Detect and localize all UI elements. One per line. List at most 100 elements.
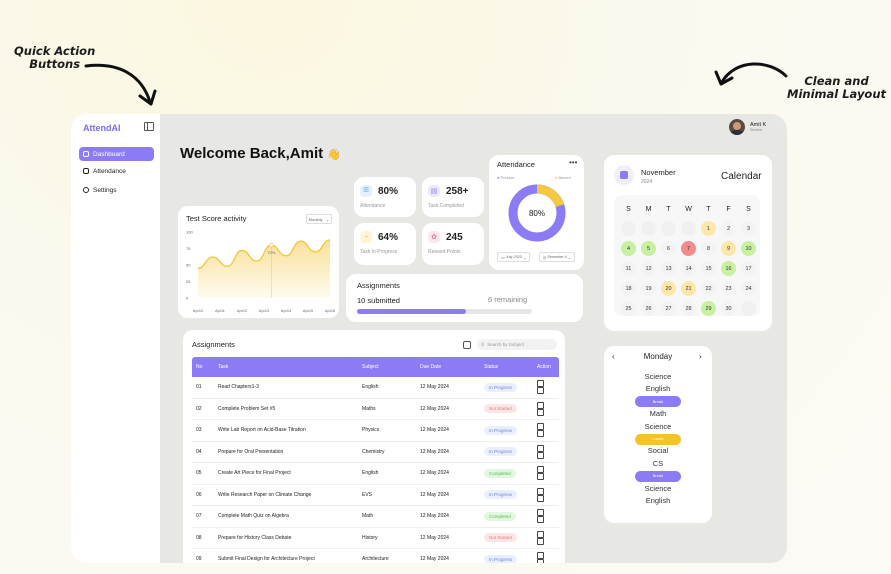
trash-icon[interactable]	[537, 451, 544, 459]
row-status: Completed	[480, 462, 533, 485]
calendar-title: Calendar	[721, 171, 762, 182]
edit-icon[interactable]	[537, 380, 544, 388]
calendar-day[interactable]: 15	[701, 261, 716, 276]
reward-icon: ✿	[428, 231, 440, 243]
brand-logo: AttendAI	[83, 123, 121, 133]
calendar-day[interactable]: 22	[701, 281, 716, 296]
trash-icon[interactable]	[537, 430, 544, 438]
row-task: Submit Final Design for Architecture Pro…	[214, 548, 358, 563]
edit-icon[interactable]	[537, 401, 544, 409]
task-icon: ▤	[428, 185, 440, 197]
sidebar-item-settings[interactable]: Settings	[79, 183, 154, 197]
sidebar-toggle-icon[interactable]	[144, 122, 154, 131]
month-filter[interactable]: ▭ July 2023 ⌄	[497, 252, 531, 262]
calendar-day[interactable]: 9	[721, 241, 736, 256]
schedule-subject: Science	[644, 372, 672, 381]
user-menu[interactable]: Amit K Student	[729, 119, 766, 135]
calendar-day[interactable]: 21	[681, 281, 696, 296]
schedule-break: Lunch	[604, 433, 712, 445]
stat-card-in-progress[interactable]: ◔ 64% Task In Progress	[354, 223, 416, 265]
trash-icon[interactable]	[537, 494, 544, 502]
trash-icon[interactable]	[537, 559, 544, 563]
stat-card-task-completed[interactable]: ▤ 258+ Task Completed	[422, 177, 484, 217]
edit-icon[interactable]	[537, 552, 544, 560]
calendar-day[interactable]: 17	[741, 261, 756, 276]
calendar-day[interactable]: 11	[621, 261, 636, 276]
calendar-day[interactable]: 24	[741, 281, 756, 296]
chart-tooltip: 72%	[267, 250, 275, 255]
calendar-day[interactable]: 20	[661, 281, 676, 296]
edit-icon[interactable]	[537, 444, 544, 452]
sidebar-item-attendance[interactable]: Attendance	[79, 164, 154, 178]
semester-filter[interactable]: ◎ Semester 4 ⌄	[539, 252, 576, 262]
calendar-day[interactable]: 5	[641, 241, 656, 256]
stat-label: Attendance	[360, 203, 386, 209]
calendar-day[interactable]: 26	[641, 301, 656, 316]
calendar-day[interactable]: 29	[701, 301, 716, 316]
edit-icon[interactable]	[537, 423, 544, 431]
row-due-date: 12 May 2024	[416, 548, 480, 563]
calendar-filter-icon[interactable]	[463, 341, 471, 349]
calendar-day[interactable]: 23	[721, 281, 736, 296]
trash-icon[interactable]	[537, 387, 544, 395]
row-subject: Chemistry	[358, 441, 416, 463]
calendar-day[interactable]: 28	[681, 301, 696, 316]
calendar-day[interactable]: 8	[701, 241, 716, 256]
search-input[interactable]: ⚲ Search by Subject	[477, 339, 557, 350]
trash-icon[interactable]	[537, 516, 544, 524]
weekday-row: SMTWTFS	[621, 206, 756, 213]
calendar-day[interactable]: 12	[641, 261, 656, 276]
trash-icon[interactable]	[537, 408, 544, 416]
calendar-day[interactable]: 25	[621, 301, 636, 316]
calendar-day[interactable]: 2	[721, 221, 736, 236]
more-icon[interactable]: •••	[569, 158, 577, 167]
break-pill: Break	[635, 396, 681, 408]
calendar-day	[621, 221, 636, 236]
schedule-subject: English	[645, 384, 671, 394]
chevron-down-icon: ⌄	[325, 216, 330, 222]
schedule-card: ‹ Monday › Science English Break Math Scienc…	[604, 346, 712, 523]
status-badge: In Progress	[484, 425, 518, 435]
calendar-day	[641, 221, 656, 236]
calendar-day[interactable]: 10	[741, 241, 756, 256]
legend-absent: ● Absent	[555, 175, 571, 180]
calendar-day[interactable]: 16	[721, 261, 736, 276]
calendar-day[interactable]: 13	[661, 261, 676, 276]
trash-icon[interactable]	[537, 473, 544, 481]
stat-card-reward-points[interactable]: ✿ 245 Reward Points	[422, 223, 484, 265]
calendar-day[interactable]: 3	[741, 221, 756, 236]
range-select[interactable]: Monthly ⌄	[306, 214, 332, 224]
calendar-day[interactable]: 7	[681, 241, 696, 256]
table-row: 04 Prepare for Oral Presentation Chemistry…	[192, 441, 559, 463]
calendar-day[interactable]: 4	[621, 241, 636, 256]
calendar-day[interactable]: 27	[661, 301, 676, 316]
calendar-day[interactable]: 19	[641, 281, 656, 296]
y-tick-label: 25	[186, 279, 191, 284]
sidebar-item-dashboard[interactable]: Dashboard	[79, 147, 154, 161]
stat-card-attendance[interactable]: ꕥ 80% Attendance	[354, 177, 416, 217]
edit-icon[interactable]	[537, 509, 544, 517]
column-header: Status	[480, 357, 533, 377]
schedule-subject: CS	[652, 458, 664, 468]
calendar-day[interactable]: 30	[721, 301, 736, 316]
row-actions	[533, 484, 559, 506]
next-day-button[interactable]: ›	[699, 352, 702, 361]
table-header-row: No Task Subject Due Date Status Action	[192, 357, 559, 377]
progress-fill	[357, 309, 466, 314]
calendar-day[interactable]: 1	[701, 221, 716, 236]
calendar-day[interactable]: 14	[681, 261, 696, 276]
edit-icon[interactable]	[537, 530, 544, 538]
edit-icon[interactable]	[537, 466, 544, 474]
calendar-icon	[614, 165, 634, 185]
calendar-day[interactable]: 18	[621, 281, 636, 296]
highlight-point[interactable]	[269, 243, 274, 248]
edit-icon[interactable]	[537, 487, 544, 495]
user-role: Student	[750, 128, 763, 132]
trash-icon[interactable]	[537, 537, 544, 545]
status-badge: In Progress	[484, 554, 518, 563]
row-actions	[533, 527, 559, 549]
x-tick-label: Apr12	[237, 309, 247, 313]
status-badge: In Progress	[484, 490, 518, 500]
calendar-day[interactable]: 6	[661, 241, 676, 256]
row-actions	[533, 462, 559, 485]
